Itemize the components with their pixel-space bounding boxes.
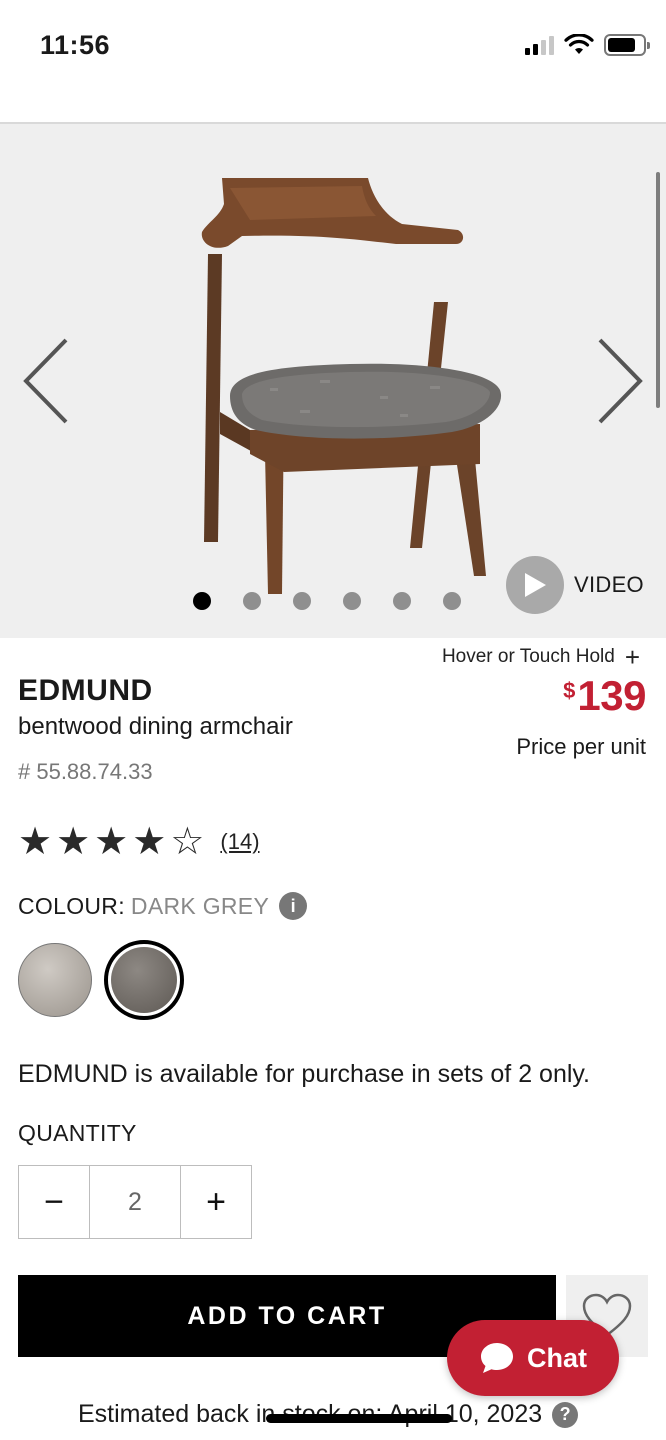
colour-line: COLOUR: DARK GREY i: [18, 892, 308, 920]
help-icon[interactable]: ?: [552, 1401, 579, 1428]
availability-note: EDMUND is available for purchase in sets…: [18, 1060, 590, 1088]
review-count-link[interactable]: (14): [220, 829, 259, 855]
gallery-dot[interactable]: [443, 592, 461, 610]
scroll-indicator[interactable]: [656, 172, 660, 408]
increase-quantity-button[interactable]: +: [181, 1166, 251, 1238]
colour-value: DARK GREY: [130, 892, 270, 919]
gallery-dot[interactable]: [393, 592, 411, 610]
info-icon[interactable]: i: [279, 892, 308, 920]
gallery-pagination: [193, 592, 461, 610]
star-filled-icon: ★: [56, 821, 91, 863]
rating[interactable]: ★ ★ ★ ★ ☆ (14): [18, 822, 260, 862]
zoom-hint-label: Hover or Touch Hold: [441, 646, 615, 667]
chat-button[interactable]: Chat: [447, 1320, 619, 1396]
previous-image-arrow-icon[interactable]: [18, 336, 74, 426]
star-filled-icon: ★: [132, 821, 167, 863]
video-label: VIDEO: [574, 572, 644, 597]
gallery-dot[interactable]: [293, 592, 311, 610]
star-filled-icon: ★: [18, 821, 53, 863]
gallery-dot[interactable]: [343, 592, 361, 610]
cellular-signal-icon: [525, 35, 554, 55]
product-name: EDMUND: [18, 674, 153, 707]
price-note: Price per unit: [516, 734, 646, 759]
quantity-label: QUANTITY: [18, 1120, 137, 1146]
status-bar: 11:56: [0, 0, 666, 100]
chat-label: Chat: [527, 1342, 587, 1373]
home-indicator[interactable]: [266, 1414, 452, 1423]
swatch-dark-grey-fill: [111, 947, 177, 1013]
product-image: [201, 178, 502, 594]
rating-stars: ★ ★ ★ ★ ☆: [18, 822, 204, 862]
battery-icon: [604, 34, 650, 56]
next-image-arrow-icon[interactable]: [592, 336, 648, 426]
star-filled-icon: ★: [94, 821, 129, 863]
play-icon: [506, 556, 564, 614]
gallery-dot[interactable]: [243, 592, 261, 610]
product-subtitle: bentwood dining armchair: [18, 713, 293, 740]
wifi-icon: [564, 34, 594, 54]
chat-bubble-icon: [481, 1343, 513, 1373]
zoom-hint[interactable]: Hover or Touch Hold +: [441, 642, 640, 672]
status-icons: [525, 34, 650, 56]
gallery-dot[interactable]: [193, 592, 211, 610]
plus-icon: +: [624, 642, 640, 672]
price: $ 139: [563, 672, 646, 720]
product-image-gallery[interactable]: VIDEO: [0, 124, 666, 638]
price-amount: 139: [577, 672, 646, 719]
video-button[interactable]: VIDEO: [506, 556, 644, 614]
quantity-value[interactable]: 2: [89, 1166, 181, 1238]
price-currency: $: [563, 678, 576, 703]
colour-swatch-dark-grey[interactable]: [104, 940, 184, 1020]
quantity-stepper[interactable]: − 2 +: [18, 1165, 252, 1239]
colour-swatch-light-grey[interactable]: [18, 943, 92, 1017]
star-empty-icon: ☆: [170, 821, 205, 863]
decrease-quantity-button[interactable]: −: [19, 1166, 89, 1238]
product-sku: # 55.88.74.33: [18, 759, 153, 784]
status-time: 11:56: [40, 30, 111, 60]
colour-label: COLOUR:: [18, 892, 125, 919]
